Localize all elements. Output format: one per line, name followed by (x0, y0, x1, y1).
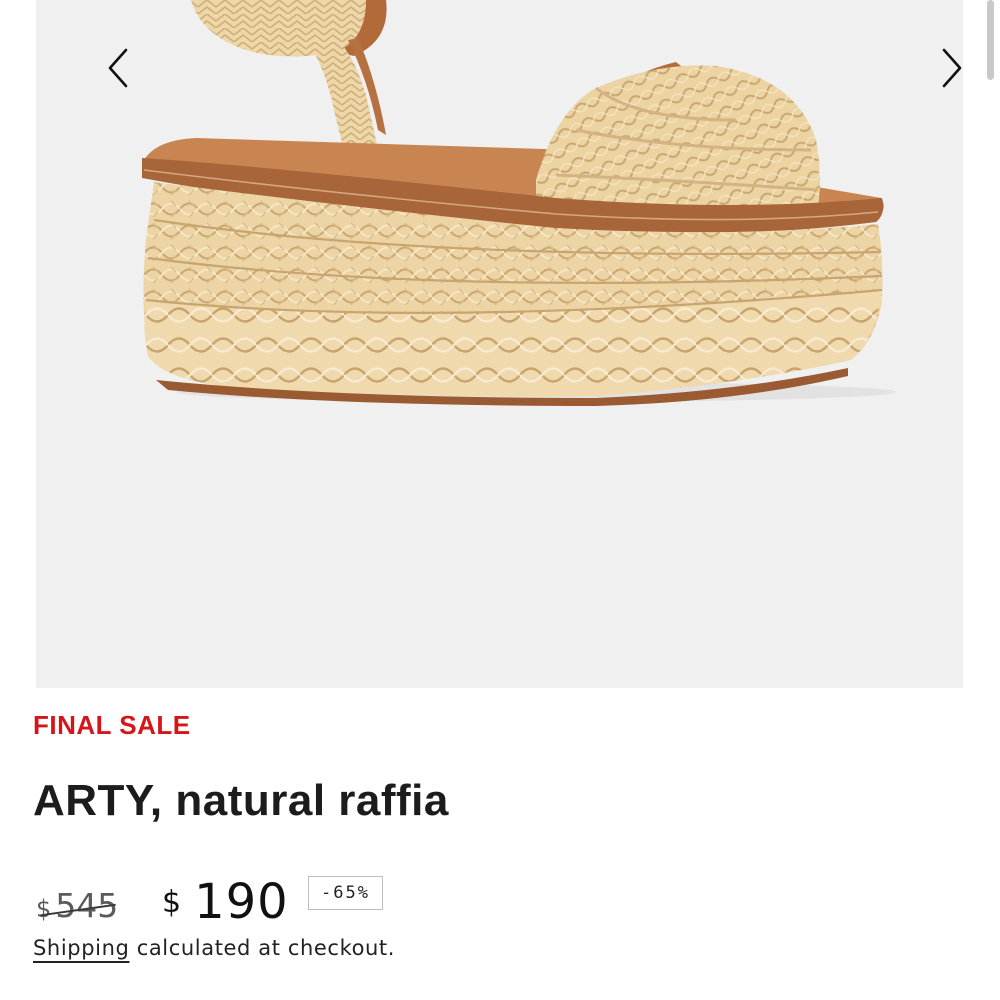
chevron-left-icon (108, 48, 128, 88)
product-image-gallery[interactable] (36, 0, 963, 688)
page-scrollbar[interactable] (987, 0, 994, 80)
sale-price-value: 190 (194, 874, 289, 930)
shipping-link[interactable]: Shipping (33, 936, 129, 960)
price-row: $545 $190 -65% (36, 872, 736, 932)
final-sale-badge: FINAL SALE (33, 710, 191, 740)
next-image-button[interactable] (928, 44, 963, 92)
previous-image-button[interactable] (94, 44, 142, 92)
discount-badge: -65% (308, 876, 383, 910)
original-price: $545 (36, 886, 118, 925)
chevron-right-icon (942, 48, 962, 88)
product-title: ARTY, natural raffia (33, 776, 449, 825)
sale-price-currency: $ (162, 885, 183, 920)
shipping-note-text: calculated at checkout. (129, 936, 396, 960)
product-image (142, 0, 896, 406)
shipping-note: Shipping calculated at checkout. (33, 936, 395, 960)
original-price-currency: $ (36, 895, 52, 923)
sale-price: $190 (162, 874, 289, 930)
